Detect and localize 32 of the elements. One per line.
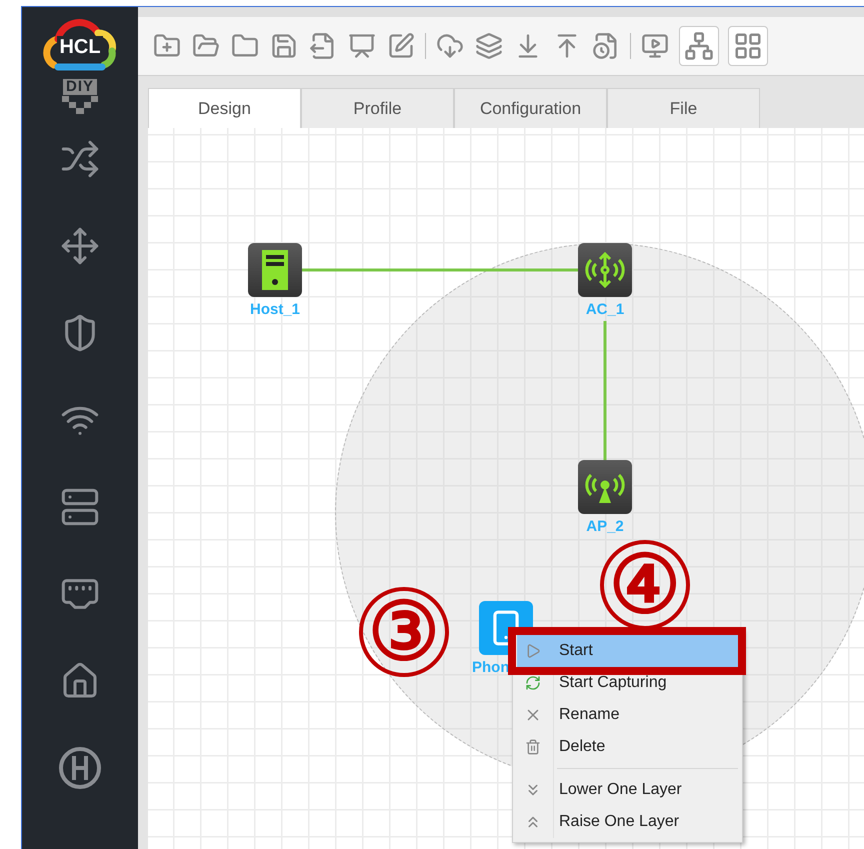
menu-item[interactable]: Raise One Layer xyxy=(517,806,738,838)
device-label: AC_1 xyxy=(586,301,624,318)
grid-button[interactable] xyxy=(728,26,768,66)
trash-icon xyxy=(525,739,541,755)
move-icon[interactable] xyxy=(60,226,100,266)
menu-item[interactable]: Lower One Layer xyxy=(517,774,738,806)
tab[interactable]: Design xyxy=(148,88,301,128)
h-circle-icon[interactable] xyxy=(58,746,102,790)
device-label: AP_2 xyxy=(586,518,624,535)
network-button[interactable] xyxy=(679,26,719,66)
tab[interactable]: Profile xyxy=(301,88,454,128)
layers-button[interactable] xyxy=(474,31,504,61)
shuffle-icon[interactable] xyxy=(60,138,100,178)
annotation-number: ③ xyxy=(359,587,449,677)
menu-item[interactable]: Start xyxy=(517,635,738,667)
device-label: Phon xyxy=(472,659,510,676)
tab[interactable]: Configuration xyxy=(454,88,607,128)
diy-logo[interactable]: DIY xyxy=(60,79,100,115)
tab[interactable]: File xyxy=(607,88,760,128)
host-icon[interactable] xyxy=(248,243,302,297)
access-point-icon[interactable] xyxy=(578,460,632,514)
menu-item[interactable]: Start Capturing xyxy=(517,667,738,699)
play-icon xyxy=(525,643,541,659)
menu-item[interactable]: Rename xyxy=(517,699,738,731)
server-icon[interactable] xyxy=(60,486,100,526)
checker-icon xyxy=(60,95,100,115)
menu-item[interactable]: Delete xyxy=(517,731,738,763)
access-controller-icon[interactable] xyxy=(578,243,632,297)
refresh-icon xyxy=(525,675,541,691)
device-label: Host_1 xyxy=(250,301,300,318)
diy-label: DIY xyxy=(62,79,97,95)
annotation-number: ④ xyxy=(600,540,690,630)
